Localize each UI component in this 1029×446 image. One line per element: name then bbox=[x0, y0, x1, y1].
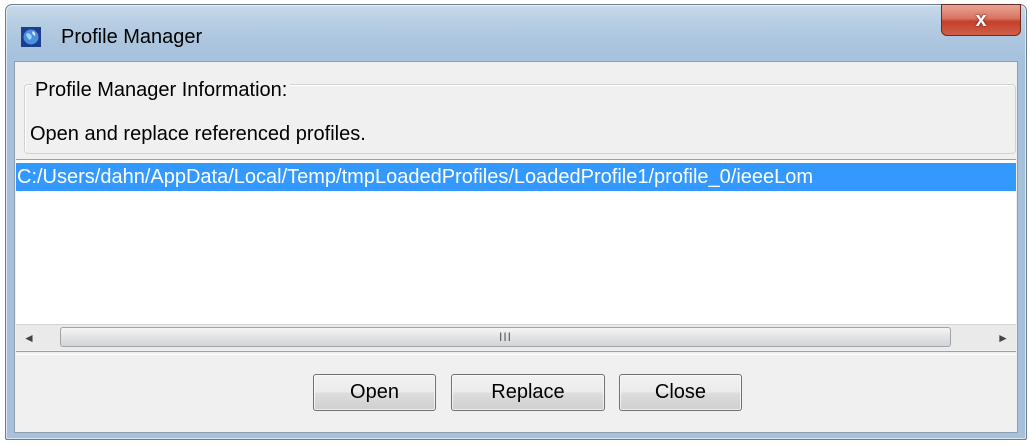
scroll-right-arrow-icon[interactable]: ► bbox=[990, 325, 1016, 350]
info-group-legend: Profile Manager Information: bbox=[32, 77, 291, 103]
footer-separator bbox=[16, 351, 1016, 355]
profile-manager-window: Profile Manager x Profile Manager Inform… bbox=[5, 4, 1027, 440]
replace-button[interactable]: Replace bbox=[451, 374, 605, 411]
scrollbar-grip-icon: III bbox=[498, 330, 512, 344]
info-description: Open and replace referenced profiles. bbox=[30, 123, 366, 145]
window-close-button[interactable]: x bbox=[941, 4, 1021, 36]
window-title: Profile Manager bbox=[61, 26, 203, 48]
globe-icon bbox=[21, 27, 41, 47]
scrollbar-thumb[interactable]: III bbox=[60, 327, 951, 347]
open-button[interactable]: Open bbox=[313, 374, 436, 411]
close-icon: x bbox=[975, 8, 987, 31]
scroll-left-arrow-icon[interactable]: ◄ bbox=[16, 325, 42, 350]
profile-list[interactable]: C:/Users/dahn/AppData/Local/Temp/tmpLoad… bbox=[16, 159, 1016, 349]
close-button[interactable]: Close bbox=[619, 374, 742, 411]
profile-list-item[interactable]: C:/Users/dahn/AppData/Local/Temp/tmpLoad… bbox=[16, 163, 1016, 191]
title-bar[interactable]: Profile Manager x bbox=[6, 4, 1026, 62]
dialog-content: Profile Manager Information: Open and re… bbox=[14, 61, 1018, 433]
horizontal-scrollbar[interactable]: ◄ III ► bbox=[16, 324, 1016, 350]
